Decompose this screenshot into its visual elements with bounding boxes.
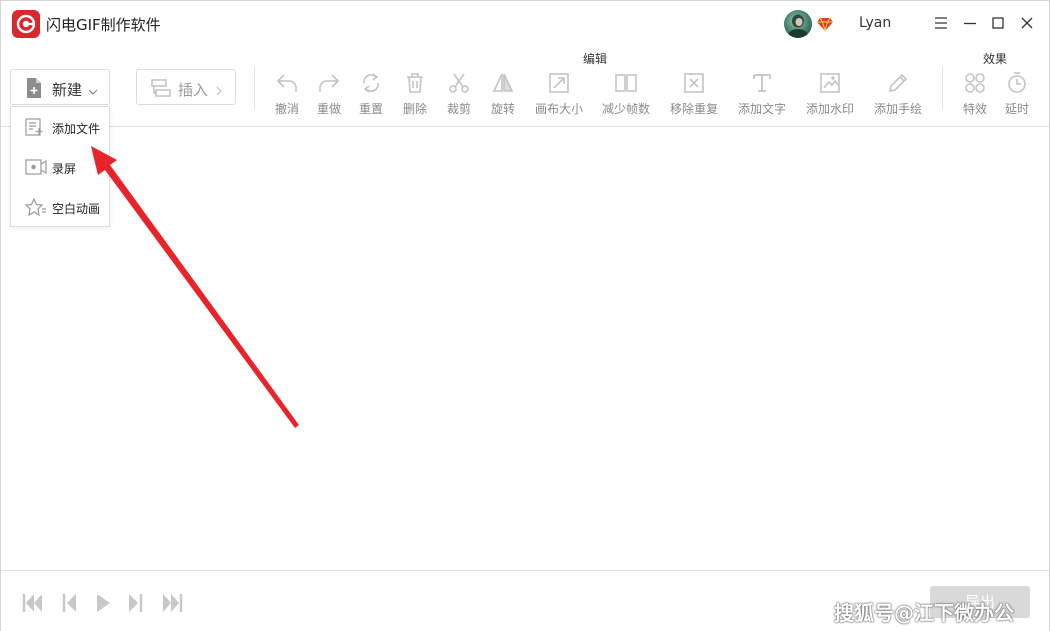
effects-icon: [965, 73, 985, 93]
new-button-label: 新建: [52, 81, 83, 99]
menu-item-blank-animation[interactable]: 空白动画: [11, 188, 109, 226]
remove-duplicate-button[interactable]: 移除重复: [664, 69, 724, 119]
rotate-label: 旋转: [490, 102, 515, 116]
effects-group-label: 效果: [983, 52, 1008, 66]
add-drawing-label: 添加手绘: [873, 102, 922, 116]
trash-icon: [407, 73, 423, 93]
add-text-button[interactable]: 添加文字: [732, 69, 792, 119]
reset-icon: [363, 73, 379, 93]
reduce-frames-icon: [615, 74, 637, 92]
insert-icon: [150, 77, 172, 103]
close-icon[interactable]: [1017, 13, 1037, 33]
chevron-down-icon: [88, 82, 98, 100]
add-text-label: 添加文字: [737, 102, 786, 116]
menu-icon[interactable]: [931, 13, 951, 33]
menu-item-label: 添加文件: [52, 122, 101, 136]
edit-group-label: 编辑: [583, 52, 608, 66]
menu-item-label: 空白动画: [52, 202, 101, 216]
app-title: 闪电GIF制作软件: [46, 16, 161, 34]
insert-button[interactable]: 插入: [136, 69, 236, 105]
maximize-icon[interactable]: [988, 13, 1008, 33]
rotate-button[interactable]: 旋转: [473, 69, 533, 119]
reduce-frames-label: 减少帧数: [601, 102, 650, 116]
watermark-text: 搜狐号@江下微办公: [834, 601, 1014, 625]
username[interactable]: Lyan: [859, 15, 891, 31]
reduce-frames-button[interactable]: 减少帧数: [596, 69, 656, 119]
previous-frame-icon[interactable]: [58, 591, 82, 615]
blank-animation-icon: [25, 198, 46, 216]
menu-item-screen-record[interactable]: 录屏: [11, 148, 109, 186]
chevron-right-icon: [215, 82, 223, 100]
add-watermark-label: 添加水印: [805, 102, 854, 116]
scissors-icon: [449, 73, 469, 93]
screen-record-icon: [25, 159, 47, 175]
timer-icon: [1008, 72, 1026, 93]
new-button[interactable]: 新建: [10, 69, 110, 105]
user-avatar[interactable]: [784, 10, 812, 38]
title-bar: 闪电GIF制作软件 Lyan: [1, 1, 1049, 47]
redo-icon: [319, 74, 340, 92]
toolbar: 编辑 效果 新建 插入 撤消 重做 重置 删除 裁剪 旋转 画布大小 减少帧数 …: [1, 47, 1049, 127]
play-icon[interactable]: [91, 591, 115, 615]
watermark-icon: [820, 73, 840, 93]
delay-label: 延时: [1004, 102, 1029, 116]
add-watermark-button[interactable]: 添加水印: [800, 69, 860, 119]
text-icon: [753, 74, 771, 92]
next-frame-icon[interactable]: [123, 591, 147, 615]
pencil-icon: [888, 73, 908, 93]
rotate-icon: [492, 73, 514, 92]
canvas-size-label: 画布大小: [534, 102, 583, 116]
app-logo-icon: [12, 10, 40, 38]
insert-button-label: 插入: [178, 81, 209, 99]
last-frame-icon[interactable]: [160, 591, 184, 615]
app-window: 闪电GIF制作软件 Lyan 编辑 效果 新建 插入 撤消 重做 重置 删除 裁…: [0, 0, 1050, 631]
canvas-area[interactable]: [2, 128, 1049, 570]
first-frame-icon[interactable]: [21, 591, 45, 615]
canvas-size-icon: [549, 73, 569, 93]
undo-icon: [276, 74, 297, 92]
remove-duplicate-icon: [684, 73, 704, 93]
add-drawing-button[interactable]: 添加手绘: [868, 69, 928, 119]
new-file-icon: [24, 77, 44, 103]
minimize-icon[interactable]: [960, 13, 980, 33]
canvas-size-button[interactable]: 画布大小: [529, 69, 589, 119]
toolbar-divider: [942, 67, 943, 109]
menu-item-add-file[interactable]: 添加文件: [11, 108, 109, 146]
add-file-icon: [25, 118, 43, 136]
delay-button[interactable]: 延时: [987, 69, 1047, 119]
toolbar-divider: [254, 67, 255, 109]
menu-item-label: 录屏: [52, 162, 77, 176]
vip-diamond-icon[interactable]: [817, 16, 833, 33]
remove-duplicate-label: 移除重复: [669, 102, 718, 116]
new-dropdown-menu: 添加文件 录屏 空白动画: [10, 106, 110, 227]
playback-bar: 导出 搜狐号@江下微办公: [1, 570, 1049, 631]
